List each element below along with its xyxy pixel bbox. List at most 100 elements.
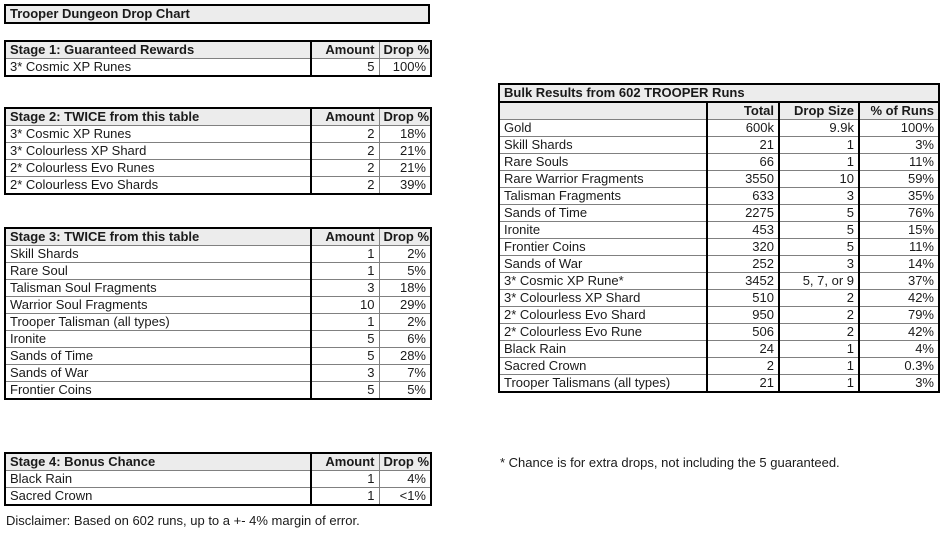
item-total: 24 <box>706 340 780 358</box>
bulk-results-title: Bulk Results from 602 TROOPER Runs <box>498 83 940 103</box>
item-name: 2* Colourless Evo Runes <box>4 159 312 177</box>
stage-2-table: Stage 2: TWICE from this table Amount Dr… <box>4 107 432 195</box>
item-pct-runs: 35% <box>858 187 940 205</box>
item-name: Warrior Soul Fragments <box>4 296 312 314</box>
item-total: 510 <box>706 289 780 307</box>
item-drop: 5% <box>378 262 432 280</box>
table-row: 3* Cosmic XP Runes 5 100% <box>4 58 432 77</box>
stage-1-header-label: Stage 1: Guaranteed Rewards <box>4 40 312 59</box>
item-name: 2* Colourless Evo Rune <box>498 323 708 341</box>
table-row: Trooper Talismans (all types) 21 1 3% <box>498 374 940 393</box>
column-header-drop: Drop % <box>378 40 432 59</box>
item-pct-runs: 0.3% <box>858 357 940 375</box>
column-header-amount: Amount <box>310 40 380 59</box>
item-drop: 5% <box>378 381 432 400</box>
table-header-row: Stage 3: TWICE from this table Amount Dr… <box>4 227 432 246</box>
item-pct-runs: 3% <box>858 136 940 154</box>
footnote-text: * Chance is for extra drops, not includi… <box>500 455 840 470</box>
stage-3-table: Stage 3: TWICE from this table Amount Dr… <box>4 227 432 400</box>
item-name: Sands of War <box>4 364 312 382</box>
table-row: 2* Colourless Evo Shard 950 2 79% <box>498 306 940 324</box>
table-row: Frontier Coins 5 5% <box>4 381 432 400</box>
item-name: Sands of War <box>498 255 708 273</box>
item-drop-size: 3 <box>778 187 860 205</box>
column-header-amount: Amount <box>310 227 380 246</box>
item-name: 2* Colourless Evo Shards <box>4 176 312 195</box>
item-amount: 2 <box>310 125 380 143</box>
item-total: 320 <box>706 238 780 256</box>
item-drop-size: 1 <box>778 357 860 375</box>
column-header-pct-runs: % of Runs <box>858 101 940 120</box>
item-amount: 10 <box>310 296 380 314</box>
stage-2-header-label: Stage 2: TWICE from this table <box>4 107 312 126</box>
item-total: 600k <box>706 119 780 137</box>
bulk-title-row: Bulk Results from 602 TROOPER Runs <box>498 83 940 103</box>
drop-chart-sheet: Trooper Dungeon Drop Chart Stage 1: Guar… <box>0 0 944 535</box>
stage-4-header-label: Stage 4: Bonus Chance <box>4 452 312 471</box>
item-pct-runs: 11% <box>858 153 940 171</box>
table-row: Talisman Fragments 633 3 35% <box>498 187 940 205</box>
item-total: 950 <box>706 306 780 324</box>
item-amount: 2 <box>310 176 380 195</box>
item-drop-size: 5 <box>778 238 860 256</box>
item-drop-size: 10 <box>778 170 860 188</box>
table-row: Rare Souls 66 1 11% <box>498 153 940 171</box>
item-name: Skill Shards <box>498 136 708 154</box>
table-row: Trooper Talisman (all types) 1 2% <box>4 313 432 331</box>
column-header-item <box>498 101 708 120</box>
table-row: 2* Colourless Evo Rune 506 2 42% <box>498 323 940 341</box>
item-amount: 2 <box>310 142 380 160</box>
item-name: Talisman Fragments <box>498 187 708 205</box>
stage-2-body: 3* Cosmic XP Runes 2 18% 3* Colourless X… <box>4 125 432 195</box>
item-name: Black Rain <box>4 470 312 488</box>
table-row: Black Rain 1 4% <box>4 470 432 488</box>
table-row: Sands of Time 5 28% <box>4 347 432 365</box>
item-drop: 29% <box>378 296 432 314</box>
item-pct-runs: 11% <box>858 238 940 256</box>
bulk-results-head: Bulk Results from 602 TROOPER Runs Total… <box>498 83 940 120</box>
stage-4-head: Stage 4: Bonus Chance Amount Drop % <box>4 452 432 471</box>
table-row: 3* Cosmic XP Rune* 3452 5, 7, or 9 37% <box>498 272 940 290</box>
item-name: 2* Colourless Evo Shard <box>498 306 708 324</box>
item-drop-size: 2 <box>778 289 860 307</box>
column-header-amount: Amount <box>310 107 380 126</box>
item-name: Rare Soul <box>4 262 312 280</box>
item-amount: 3 <box>310 364 380 382</box>
item-name: Ironite <box>4 330 312 348</box>
item-drop: 2% <box>378 245 432 263</box>
item-amount: 2 <box>310 159 380 177</box>
stage-4-table: Stage 4: Bonus Chance Amount Drop % Blac… <box>4 452 432 506</box>
item-drop: 7% <box>378 364 432 382</box>
item-amount: 1 <box>310 487 380 506</box>
column-header-amount: Amount <box>310 452 380 471</box>
item-total: 3452 <box>706 272 780 290</box>
item-pct-runs: 14% <box>858 255 940 273</box>
table-row: 3* Colourless XP Shard 2 21% <box>4 142 432 160</box>
item-pct-runs: 3% <box>858 374 940 393</box>
table-row: Ironite 5 6% <box>4 330 432 348</box>
column-header-drop: Drop % <box>378 227 432 246</box>
item-name: Rare Warrior Fragments <box>498 170 708 188</box>
table-row: Talisman Soul Fragments 3 18% <box>4 279 432 297</box>
table-row: Sands of War 3 7% <box>4 364 432 382</box>
page-title-text: Trooper Dungeon Drop Chart <box>10 6 190 21</box>
item-name: Rare Souls <box>498 153 708 171</box>
table-row: Skill Shards 1 2% <box>4 245 432 263</box>
item-drop: 6% <box>378 330 432 348</box>
item-name: Gold <box>498 119 708 137</box>
item-drop: 18% <box>378 125 432 143</box>
item-name: Sacred Crown <box>498 357 708 375</box>
item-drop-size: 2 <box>778 323 860 341</box>
item-name: Talisman Soul Fragments <box>4 279 312 297</box>
item-amount: 1 <box>310 313 380 331</box>
item-amount: 5 <box>310 330 380 348</box>
disclaimer-text: Disclaimer: Based on 602 runs, up to a +… <box>6 513 360 528</box>
item-total: 21 <box>706 374 780 393</box>
table-row: Sacred Crown 2 1 0.3% <box>498 357 940 375</box>
item-name: Black Rain <box>498 340 708 358</box>
column-header-total: Total <box>706 101 780 120</box>
item-pct-runs: 15% <box>858 221 940 239</box>
item-drop-size: 5 <box>778 221 860 239</box>
item-drop: 39% <box>378 176 432 195</box>
item-drop: <1% <box>378 487 432 506</box>
